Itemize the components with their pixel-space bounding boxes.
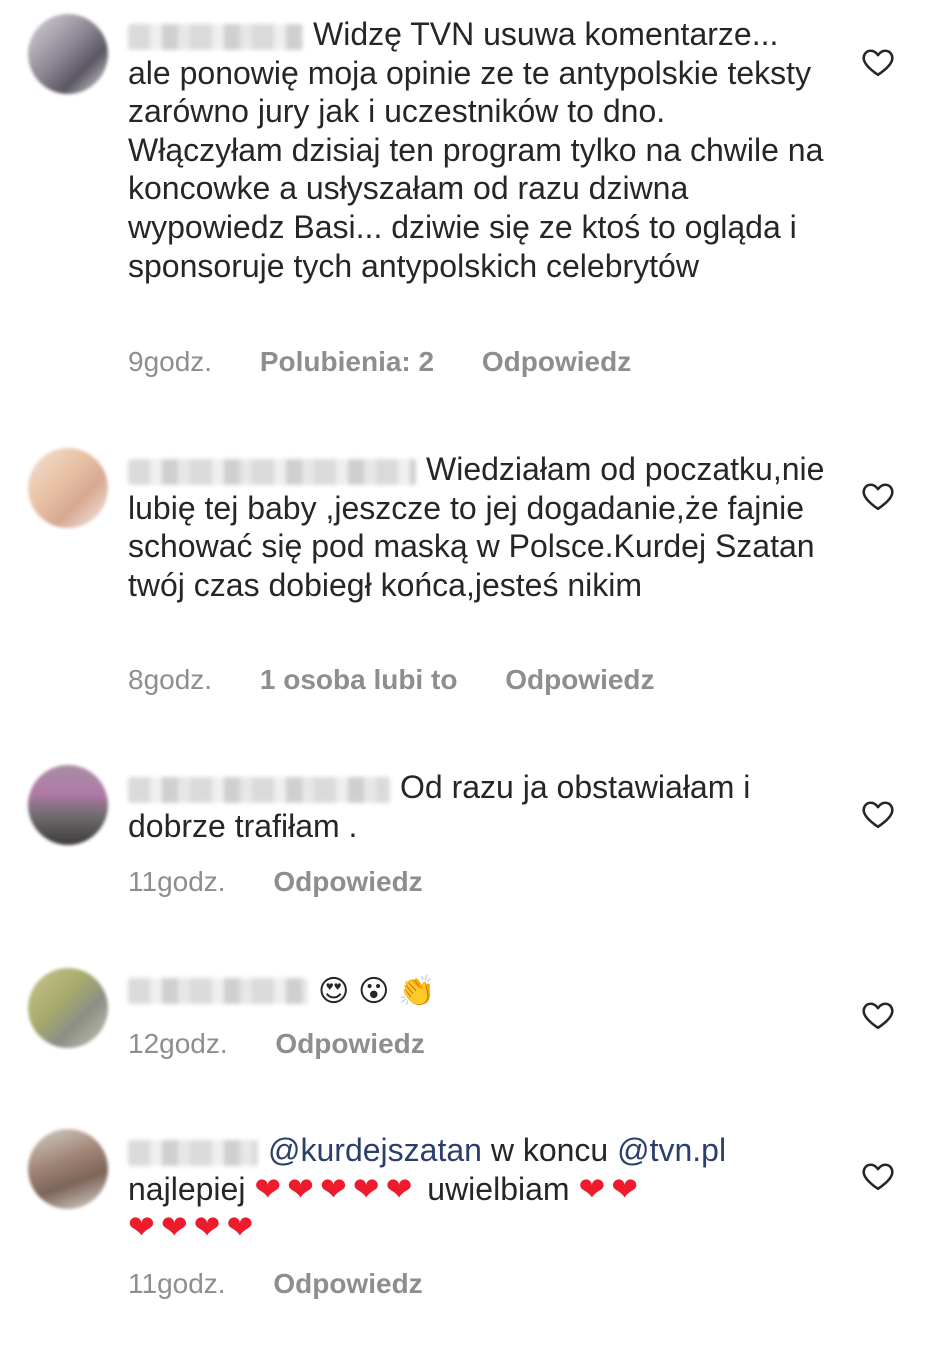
comment-text: Od razu ja obstawiałam i dobrze trafiłam…: [128, 769, 751, 844]
comment-meta: 12godz. Odpowiedz: [128, 1028, 425, 1060]
timestamp: 11godz.: [128, 1268, 226, 1299]
username-redacted[interactable]: [128, 776, 390, 803]
reply-button[interactable]: Odpowiedz: [273, 866, 422, 898]
avatar[interactable]: [28, 448, 108, 528]
heart-eyes-emoji: 😍: [318, 975, 350, 1008]
timestamp: 11godz.: [128, 866, 226, 897]
username-redacted[interactable]: [128, 23, 303, 50]
username-redacted[interactable]: [128, 458, 416, 485]
reply-button[interactable]: Odpowiedz: [505, 664, 654, 696]
clapping-hands-emoji: 👏: [398, 975, 436, 1008]
avatar[interactable]: [28, 765, 108, 845]
like-button[interactable]: [860, 1158, 896, 1194]
like-button[interactable]: [860, 44, 896, 80]
like-button[interactable]: [860, 796, 896, 832]
comment-text: 😍 😮 👏: [128, 969, 828, 1012]
heart-outline-icon: [862, 483, 894, 511]
mention-link[interactable]: @tvn.pl: [617, 1132, 726, 1168]
username-redacted[interactable]: [128, 977, 308, 1004]
timestamp: 8godz.: [128, 664, 213, 695]
likes-count-link[interactable]: Polubienia: 2: [260, 346, 434, 378]
comment-meta: 9godz. Polubienia: 2 Odpowiedz: [128, 346, 631, 378]
comment-text: Widzę TVN usuwa komentarze... ale ponowi…: [128, 16, 824, 284]
red-heart-emojis: ❤❤❤❤: [128, 1209, 260, 1246]
astonished-emoji: 😮: [358, 975, 390, 1008]
reply-button[interactable]: Odpowiedz: [273, 1268, 422, 1300]
timestamp: 9godz.: [128, 346, 213, 377]
username-redacted[interactable]: [128, 1139, 258, 1166]
like-button[interactable]: [860, 997, 896, 1033]
red-heart-emojis: ❤❤: [578, 1170, 645, 1207]
heart-outline-icon: [862, 1163, 894, 1191]
comment-meta: 8godz. 1 osoba lubi to Odpowiedz: [128, 664, 655, 696]
red-heart-emojis: ❤❤❤❤❤: [254, 1170, 419, 1207]
avatar[interactable]: [28, 968, 108, 1048]
comment-meta: 11godz. Odpowiedz: [128, 1268, 423, 1300]
avatar[interactable]: [28, 14, 108, 94]
heart-outline-icon: [862, 1002, 894, 1030]
mention-link[interactable]: @kurdejszatan: [268, 1132, 482, 1168]
reply-button[interactable]: Odpowiedz: [275, 1028, 424, 1060]
like-button[interactable]: [860, 478, 896, 514]
comment-text: Wiedziałam od poczatku,nie lubię tej bab…: [128, 451, 825, 603]
likes-count-link[interactable]: 1 osoba lubi to: [260, 664, 458, 696]
avatar[interactable]: [28, 1129, 108, 1209]
heart-outline-icon: [862, 801, 894, 829]
timestamp: 12godz.: [128, 1028, 228, 1059]
heart-outline-icon: [862, 49, 894, 77]
reply-button[interactable]: Odpowiedz: [482, 346, 631, 378]
comment-text: @kurdejszatan w koncu @tvn.pl najlepiej …: [128, 1132, 727, 1246]
comment-meta: 11godz. Odpowiedz: [128, 866, 423, 898]
